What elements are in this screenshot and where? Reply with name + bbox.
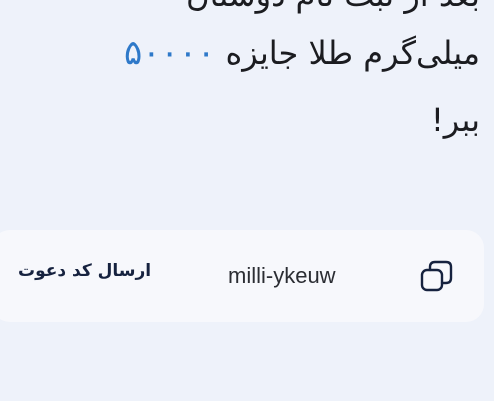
reward-heading-line-2: ببر!	[430, 101, 480, 139]
reward-heading-line-1: میلی‌گرم طلا جایزه ۵۰۰۰۰	[114, 36, 480, 70]
copy-icon	[420, 260, 453, 292]
reward-amount: ۵۰۰۰۰	[123, 33, 216, 73]
copy-code-button[interactable]	[414, 256, 458, 300]
invite-page: بعد از ثبت نام دوستان میلی‌گرم طلا جایزه…	[0, 0, 494, 401]
reward-heading-cut-line: بعد از ثبت نام دوستان	[186, 0, 480, 11]
send-invite-code-button[interactable]: ارسال کد دعوت	[18, 261, 151, 281]
invite-code-value: milli-ykeuw	[228, 263, 336, 288]
reward-unit-text: میلی‌گرم طلا جایزه	[225, 34, 480, 72]
